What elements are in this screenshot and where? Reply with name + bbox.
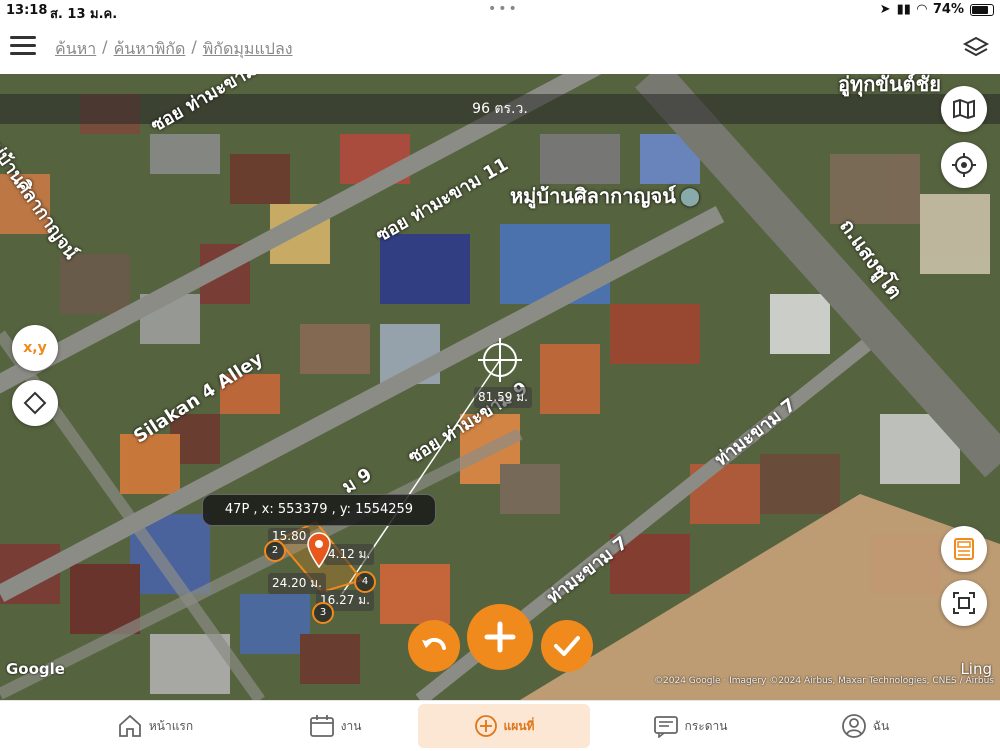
satellite-map[interactable]: 96 ตร.ว. อู่ทุกขันต์ชัย ซอย ท่ามะขาม 13 … <box>0 74 1000 700</box>
tab-map[interactable]: แผนที่ <box>418 704 590 748</box>
tab-profile-label: ฉัน <box>872 718 890 733</box>
tab-profile[interactable]: ฉัน <box>830 704 900 748</box>
location-icon: ➤ <box>879 2 891 17</box>
breadcrumb-separator: / <box>102 37 108 56</box>
distance-label-center: 81.59 ม. <box>474 387 532 408</box>
vertex-marker[interactable]: 2 <box>264 540 286 562</box>
map-type-button[interactable] <box>941 86 987 132</box>
confirm-button[interactable] <box>541 620 593 672</box>
breadcrumb-corner-coordinates[interactable]: พิกัดมุมแปลง <box>203 37 293 62</box>
breadcrumb: ค้นหา / ค้นหาพิกัด / พิกัดมุมแปลง <box>55 37 293 62</box>
undo-icon <box>422 637 446 650</box>
vertex-marker[interactable]: 3 <box>312 602 334 624</box>
status-bar: 13:18 ส. 13 ม.ค. ••• ➤ ▮▮ ◠ 74% <box>0 0 1000 22</box>
home-icon <box>118 714 141 737</box>
multitask-dots-icon[interactable]: ••• <box>488 1 519 17</box>
menu-icon[interactable] <box>10 36 36 58</box>
bottom-navigation: หน้าแรก งาน แผนที่ กระดาน ฉัน <box>0 700 1000 751</box>
scan-icon <box>953 592 975 614</box>
tab-board-label: กระดาน <box>684 718 728 733</box>
map-attribution: ©2024 Google · Imagery ©2024 Airbus, Max… <box>654 676 994 686</box>
battery-percent: 74% <box>932 2 964 17</box>
add-circle-icon <box>474 715 497 737</box>
breadcrumb-search[interactable]: ค้นหา <box>55 37 96 62</box>
xy-coordinate-button[interactable]: x,y <box>12 325 58 371</box>
profile-icon <box>841 714 866 738</box>
undo-button[interactable] <box>408 620 460 672</box>
layers-icon[interactable] <box>962 34 990 60</box>
compass-button[interactable] <box>12 380 58 426</box>
calculator-button[interactable] <box>941 526 987 572</box>
breadcrumb-separator: / <box>191 37 197 56</box>
board-icon <box>653 716 678 738</box>
status-indicators: ➤ ▮▮ ◠ 74% <box>880 2 994 17</box>
check-icon <box>554 636 580 656</box>
add-point-button[interactable] <box>467 604 533 670</box>
signal-icon: ▮▮ <box>896 2 911 17</box>
status-time: 13:18 <box>6 3 48 18</box>
app-header: ค้นหา / ค้นหาพิกัด / พิกัดมุมแปลง <box>0 22 1000 74</box>
tab-tasks-label: งาน <box>340 718 362 733</box>
calendar-icon <box>309 715 334 737</box>
my-location-button[interactable] <box>941 142 987 188</box>
location-pin-icon[interactable] <box>306 532 332 568</box>
coordinate-tooltip: 47P , x: 553379 , y: 1554259 <box>202 494 436 526</box>
plus-icon <box>484 621 516 653</box>
tab-board[interactable]: กระดาน <box>640 704 740 748</box>
calculator-icon <box>954 538 974 560</box>
breadcrumb-search-coordinates[interactable]: ค้นหาพิกัด <box>114 37 186 62</box>
vertex-marker[interactable]: 4 <box>354 571 376 593</box>
tab-home-label: หน้าแรก <box>148 718 194 733</box>
status-date: ส. 13 ม.ค. <box>50 7 118 22</box>
scan-button[interactable] <box>941 580 987 626</box>
wifi-icon: ◠ <box>916 2 927 17</box>
battery-icon <box>970 3 994 16</box>
tab-home[interactable]: หน้าแรก <box>100 704 210 748</box>
tab-tasks[interactable]: งาน <box>290 704 380 748</box>
tab-map-label: แผนที่ <box>503 718 535 733</box>
google-logo: Google <box>6 660 65 678</box>
crosshair-icon <box>952 153 976 177</box>
map-icon <box>953 98 975 120</box>
diamond-navigation-icon <box>23 391 47 415</box>
